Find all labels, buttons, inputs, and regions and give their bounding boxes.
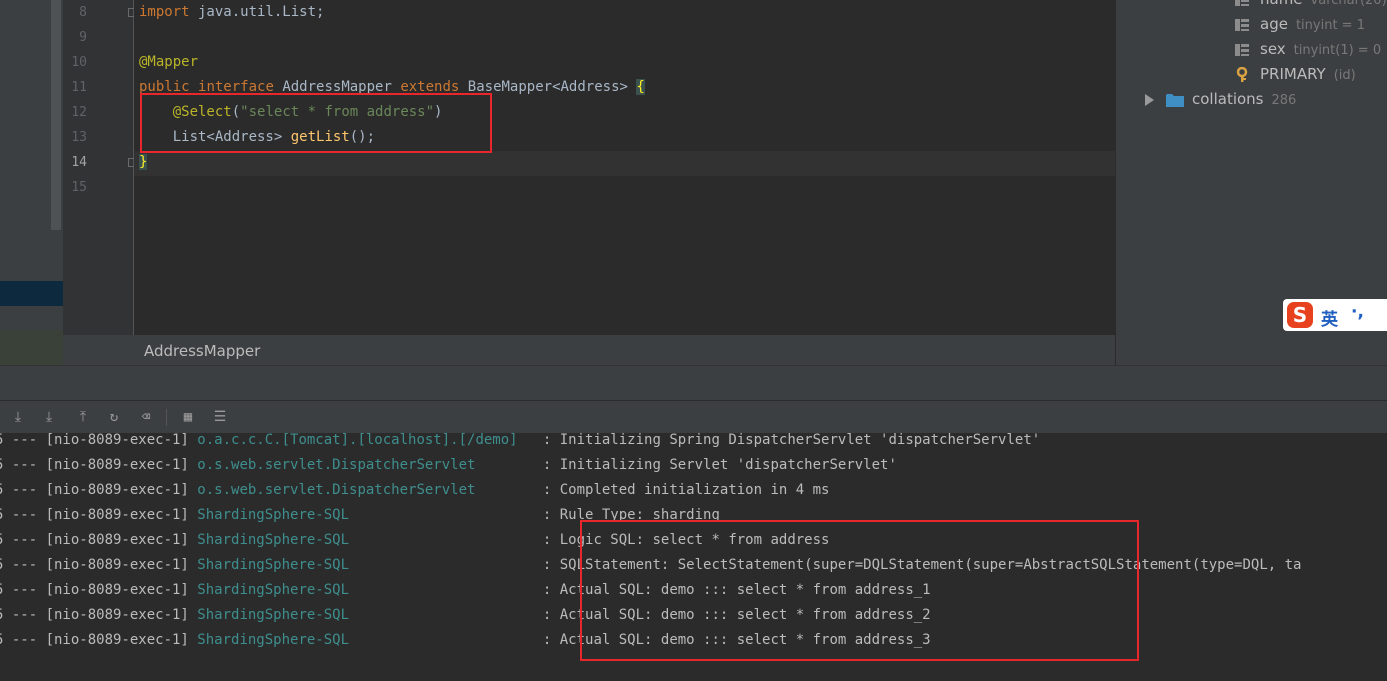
log-logger[interactable]: o.s.web.servlet.DispatcherServlet xyxy=(197,457,534,473)
ime-toolbar[interactable]: S 英 ·, xyxy=(1283,299,1387,331)
log-logger[interactable]: ShardingSphere-SQL xyxy=(197,532,534,548)
current-line-highlight xyxy=(134,151,1115,176)
log-logger[interactable]: ShardingSphere-SQL xyxy=(197,607,534,623)
line-number: 11 xyxy=(71,80,87,95)
sogou-logo-icon: S xyxy=(1287,302,1313,328)
log-prefix: 5 --- [nio-8089-exec-1] xyxy=(0,607,198,623)
column-icon xyxy=(1235,0,1249,6)
column-icon xyxy=(1235,44,1249,56)
code-editor[interactable]: import java.util.List; @Mapper public in… xyxy=(134,0,1115,335)
log-line: 5 --- [nio-8089-exec-1] o.a.c.c.C.[Tomca… xyxy=(0,433,1040,453)
db-item-type: (id) xyxy=(1333,68,1356,83)
log-prefix: 5 --- [nio-8089-exec-1] xyxy=(0,532,198,548)
folder-icon xyxy=(1166,94,1184,107)
log-prefix: 5 --- [nio-8089-exec-1] xyxy=(0,507,198,523)
db-item-count: 286 xyxy=(1271,93,1297,108)
db-item-name: collations xyxy=(1192,90,1264,108)
log-logger[interactable]: ShardingSphere-SQL xyxy=(197,557,534,573)
clear-icon[interactable]: ⌫ xyxy=(138,409,154,425)
ime-punctuation-label[interactable]: ·, xyxy=(1351,302,1364,322)
project-modified-row[interactable] xyxy=(0,330,63,365)
code-line-10: @Mapper xyxy=(139,50,198,75)
highlight-box-code xyxy=(140,93,492,153)
restore-icon[interactable]: ↻ xyxy=(106,409,122,425)
log-line: 5 --- [nio-8089-exec-1] o.s.web.servlet.… xyxy=(0,478,829,503)
db-item-name: name xyxy=(1260,0,1303,8)
project-panel-strip xyxy=(0,0,63,365)
db-item-type: tinyint(1) = 0 xyxy=(1293,43,1382,58)
line-number: 15 xyxy=(71,180,87,195)
db-item-type: tinyint = 1 xyxy=(1295,18,1365,33)
line-number: 10 xyxy=(71,55,87,70)
editor-breadcrumb-bar: AddressMapper xyxy=(63,335,1115,365)
code-line-14: } xyxy=(139,150,148,175)
filter-icon[interactable]: ☰ xyxy=(212,409,228,425)
log-message: : Initializing Spring DispatcherServlet … xyxy=(534,433,1041,448)
log-prefix: 5 --- [nio-8089-exec-1] xyxy=(0,557,198,573)
download-all-icon[interactable]: ⤓ xyxy=(41,409,57,425)
log-prefix: 5 --- [nio-8089-exec-1] xyxy=(0,433,198,448)
annotation: @Mapper xyxy=(139,54,199,70)
log-message: : Completed initialization in 4 ms xyxy=(534,482,830,498)
ime-language-label[interactable]: 英 xyxy=(1321,305,1338,330)
highlight-box-console xyxy=(580,520,1139,661)
upload-icon[interactable]: ⤒ xyxy=(75,409,91,425)
line-number: 8 xyxy=(79,5,87,20)
download-icon[interactable]: ⤓ xyxy=(10,409,26,425)
log-prefix: 5 --- [nio-8089-exec-1] xyxy=(0,632,198,648)
db-item-name: sex xyxy=(1260,40,1286,58)
log-line: 5 --- [nio-8089-exec-1] o.s.web.servlet.… xyxy=(0,453,897,478)
editor-breadcrumb[interactable]: AddressMapper xyxy=(144,342,260,360)
column-icon xyxy=(1235,19,1249,31)
log-logger[interactable]: o.a.c.c.C.[Tomcat].[localhost].[/demo] xyxy=(197,433,534,448)
log-message: : Initializing Servlet 'dispatcherServle… xyxy=(534,457,897,473)
log-logger[interactable]: ShardingSphere-SQL xyxy=(197,507,534,523)
key-icon xyxy=(1236,67,1248,82)
line-number: 13 xyxy=(71,130,87,145)
grid-icon[interactable]: ▦ xyxy=(180,409,196,425)
db-item-name: PRIMARY xyxy=(1260,65,1326,83)
project-selected-row[interactable] xyxy=(0,281,63,306)
run-panel-header xyxy=(0,365,1387,401)
brace: } xyxy=(139,154,148,170)
expand-arrow-icon[interactable] xyxy=(1143,94,1155,106)
log-logger[interactable]: o.s.web.servlet.DispatcherServlet xyxy=(197,482,534,498)
line-number: 12 xyxy=(71,105,87,120)
line-number-current: 14 xyxy=(71,155,87,170)
console-toolbar: ⤓ ⤓ ⤒ ↻ ⌫ ▦ ☰ xyxy=(0,400,1387,434)
log-logger[interactable]: ShardingSphere-SQL xyxy=(197,632,534,648)
db-item-type: varchar(20) xyxy=(1310,0,1387,8)
log-prefix: 5 --- [nio-8089-exec-1] xyxy=(0,457,198,473)
brace: { xyxy=(636,79,645,95)
keyword: import xyxy=(139,4,190,20)
db-item-name: age xyxy=(1260,15,1288,33)
log-prefix: 5 --- [nio-8089-exec-1] xyxy=(0,582,198,598)
code-line-8: import java.util.List; xyxy=(139,0,324,25)
line-number: 9 xyxy=(79,30,87,45)
project-scrollbar[interactable] xyxy=(51,0,61,230)
toolbar-divider xyxy=(166,409,167,426)
log-logger[interactable]: ShardingSphere-SQL xyxy=(197,582,534,598)
code-text: java.util.List; xyxy=(189,4,325,20)
editor-gutter: 8 9 10 11 12 13 14 15 xyxy=(63,0,136,335)
log-prefix: 5 --- [nio-8089-exec-1] xyxy=(0,482,198,498)
